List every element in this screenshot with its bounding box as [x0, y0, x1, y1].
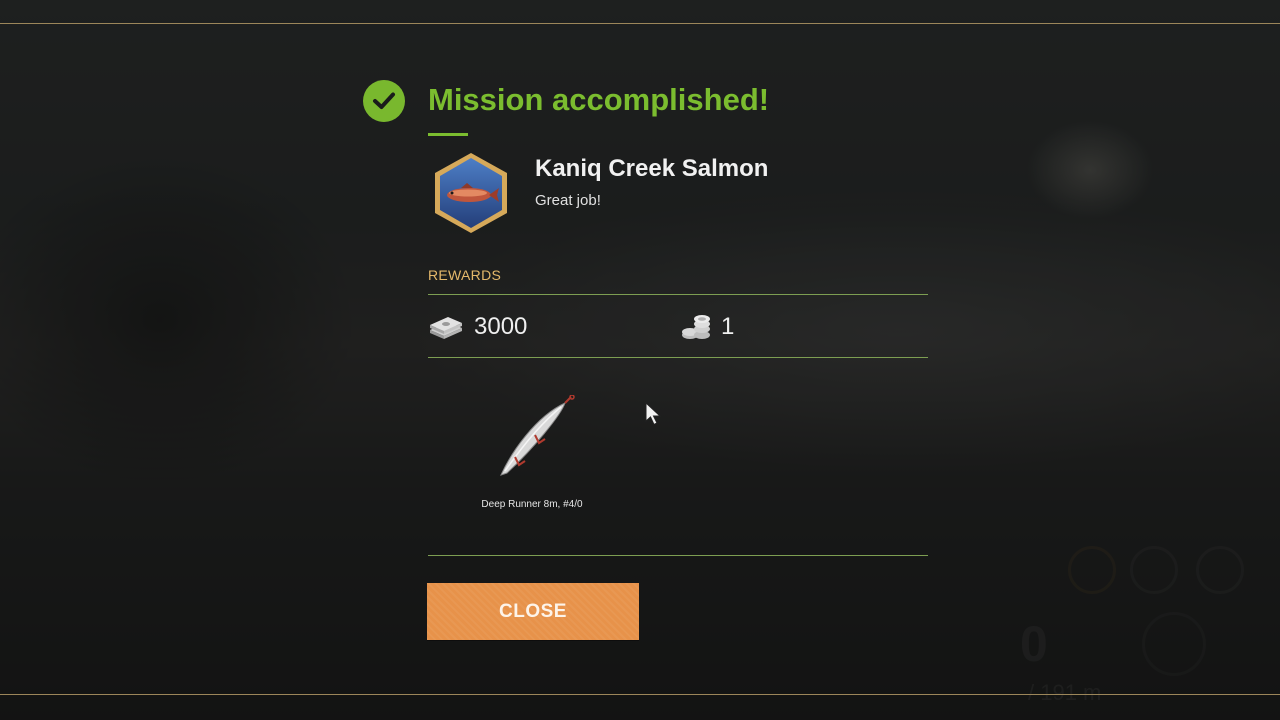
bottom-frame-rule: [0, 694, 1280, 695]
lure-icon: [495, 394, 579, 479]
divider: [428, 294, 928, 295]
coins-reward-value: 1: [721, 313, 735, 340]
salmon-badge-icon: [431, 151, 511, 235]
close-button[interactable]: CLOSE: [427, 583, 639, 640]
money-stack-icon: [428, 314, 464, 340]
rewards-label: REWARDS: [428, 267, 502, 283]
coin-stack-icon: [680, 312, 712, 342]
check-circle-icon: [363, 80, 405, 122]
money-reward-value: 3000: [474, 313, 528, 340]
mission-name: Kaniq Creek Salmon: [535, 155, 769, 182]
dialog-title: Mission accomplished!: [428, 82, 770, 117]
title-underline: [428, 133, 468, 136]
mouse-cursor-icon: [645, 401, 663, 426]
divider: [428, 357, 928, 358]
top-frame-rule: [0, 23, 1280, 24]
mission-subtitle: Great job!: [535, 192, 601, 209]
divider: [428, 555, 928, 556]
reward-item-label: Deep Runner 8m, #4/0: [481, 499, 583, 510]
